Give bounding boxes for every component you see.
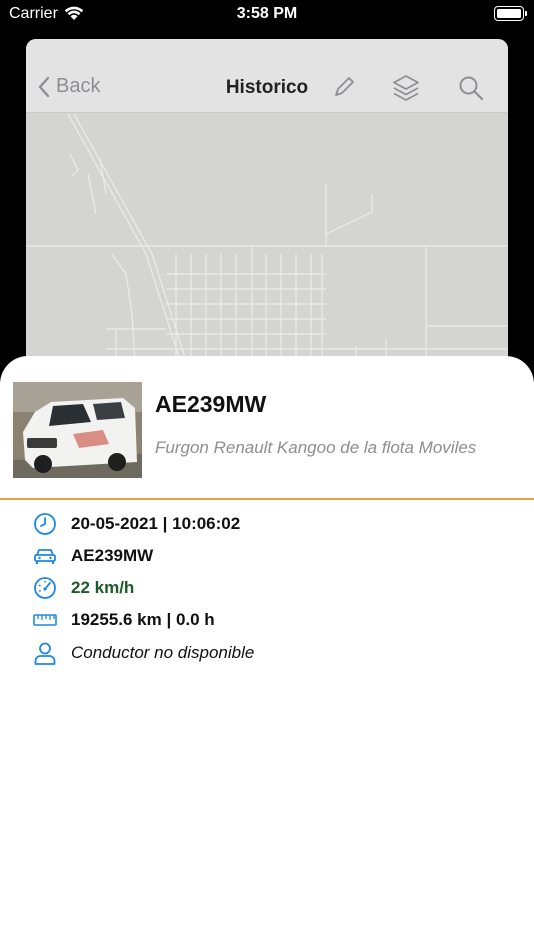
speed-row: 22 km/h	[32, 575, 134, 601]
speedometer-icon	[32, 575, 58, 601]
clock-icon	[32, 511, 58, 537]
map-view[interactable]	[26, 114, 508, 379]
person-icon	[32, 640, 58, 666]
map-sheet: Back Historico	[26, 39, 508, 379]
datetime-value: 20-05-2021 | 10:06:02	[71, 514, 241, 533]
datetime-row: 20-05-2021 | 10:06:02	[32, 511, 240, 537]
status-time: 3:58 PM	[236, 5, 298, 22]
distance-hours-value: 19255.6 km | 0.0 h	[71, 610, 215, 629]
speed-value: 22 km/h	[71, 578, 135, 597]
car-icon	[32, 543, 58, 569]
search-icon[interactable]	[458, 75, 484, 101]
vehicle-info-panel: AE239MW Furgon Renault Kangoo de la flot…	[0, 356, 534, 950]
plate-row: AE239MW	[32, 543, 153, 569]
vehicle-photo	[13, 382, 142, 478]
pencil-icon[interactable]	[332, 75, 356, 99]
distance-row: 19255.6 km | 0.0 h	[32, 607, 215, 633]
divider	[0, 498, 534, 500]
driver-value: Conductor no disponible	[71, 643, 255, 662]
page-title: Historico	[225, 77, 309, 98]
layers-icon[interactable]	[392, 73, 420, 103]
status-bar: Carrier 3:58 PM	[0, 0, 534, 30]
vehicle-plate-title: AE239MW	[155, 391, 267, 417]
ruler-icon	[32, 607, 58, 633]
navigation-bar: Back Historico	[26, 39, 508, 113]
driver-row: Conductor no disponible	[32, 640, 254, 666]
battery-icon	[494, 6, 527, 21]
plate-value: AE239MW	[71, 546, 154, 565]
vehicle-description: Furgon Renault Kangoo de la flota Movile…	[155, 438, 477, 457]
